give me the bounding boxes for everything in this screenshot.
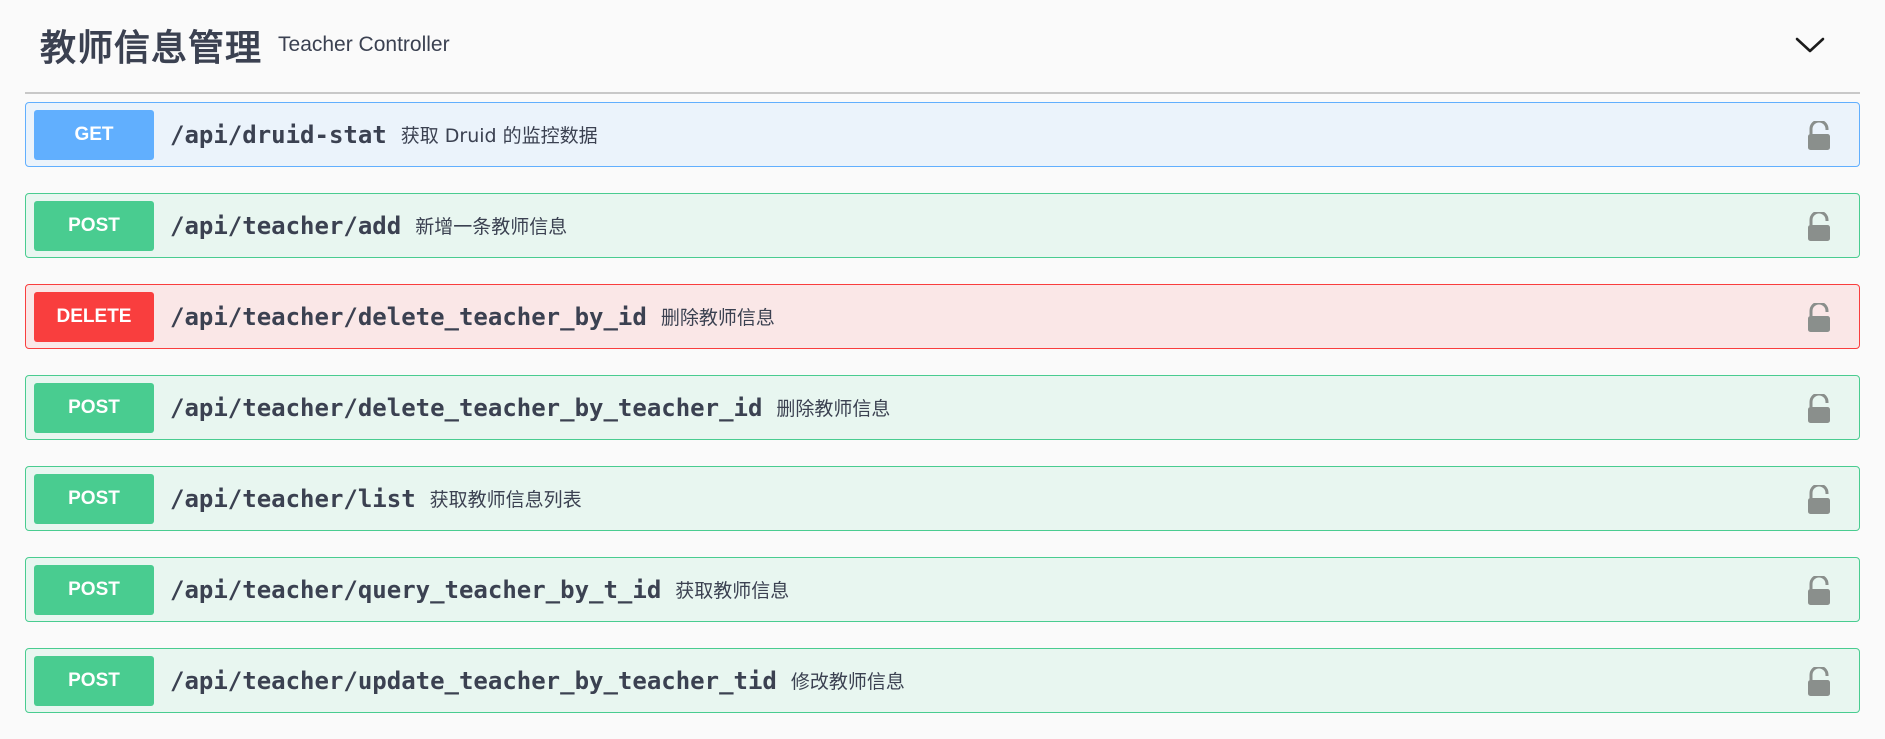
operation-summary: 获取 Druid 的监控数据 bbox=[400, 125, 598, 147]
unlocked-icon[interactable] bbox=[1807, 485, 1831, 515]
operation-path: /api/teacher/update_teacher_by_teacher_t… bbox=[170, 666, 777, 695]
operation-path: /api/teacher/query_teacher_by_t_id bbox=[170, 575, 662, 604]
method-badge: POST bbox=[34, 200, 154, 251]
method-badge: POST bbox=[34, 655, 154, 706]
operation-summary: 删除教师信息 bbox=[660, 307, 775, 329]
operation-row[interactable]: POST /api/teacher/list 获取教师信息列表 bbox=[25, 466, 1860, 531]
method-badge: GET bbox=[34, 109, 154, 160]
unlocked-icon[interactable] bbox=[1807, 394, 1831, 424]
operations-list: GET /api/druid-stat 获取 Druid 的监控数据 POST … bbox=[25, 102, 1860, 739]
unlocked-icon[interactable] bbox=[1807, 303, 1831, 333]
method-badge: POST bbox=[34, 564, 154, 615]
operation-path: /api/druid-stat bbox=[170, 120, 387, 149]
operation-summary: 修改教师信息 bbox=[790, 671, 905, 693]
api-section: 教师信息管理 Teacher Controller GET /api/druid… bbox=[25, 0, 1860, 713]
chevron-down-icon[interactable] bbox=[1794, 34, 1826, 56]
operation-row[interactable]: POST /api/teacher/update_teacher_by_teac… bbox=[25, 648, 1860, 713]
operation-summary: 获取教师信息 bbox=[675, 580, 790, 602]
unlocked-icon[interactable] bbox=[1807, 667, 1831, 697]
operation-path: /api/teacher/delete_teacher_by_teacher_i… bbox=[170, 393, 763, 422]
method-badge: POST bbox=[34, 473, 154, 524]
operation-row[interactable]: POST /api/teacher/delete_teacher_by_teac… bbox=[25, 375, 1860, 440]
operation-path: /api/teacher/delete_teacher_by_id bbox=[170, 302, 647, 331]
method-badge: POST bbox=[34, 382, 154, 433]
operation-summary: 删除教师信息 bbox=[776, 398, 891, 420]
unlocked-icon[interactable] bbox=[1807, 121, 1831, 151]
operation-row[interactable]: GET /api/druid-stat 获取 Druid 的监控数据 bbox=[25, 102, 1860, 167]
operation-path: /api/teacher/list bbox=[170, 484, 416, 513]
section-subtitle: Teacher Controller bbox=[278, 33, 450, 56]
operation-row[interactable]: DELETE /api/teacher/delete_teacher_by_id… bbox=[25, 284, 1860, 349]
operation-path: /api/teacher/add bbox=[170, 211, 402, 240]
unlocked-icon[interactable] bbox=[1807, 576, 1831, 606]
method-badge: DELETE bbox=[34, 291, 154, 342]
section-title: 教师信息管理 bbox=[40, 28, 263, 69]
section-header[interactable]: 教师信息管理 Teacher Controller bbox=[25, 0, 1860, 94]
operation-row[interactable]: POST /api/teacher/add 新增一条教师信息 bbox=[25, 193, 1860, 258]
operation-summary: 新增一条教师信息 bbox=[415, 216, 568, 238]
operation-row[interactable]: POST /api/teacher/query_teacher_by_t_id … bbox=[25, 557, 1860, 622]
operation-summary: 获取教师信息列表 bbox=[429, 489, 582, 511]
unlocked-icon[interactable] bbox=[1807, 212, 1831, 242]
